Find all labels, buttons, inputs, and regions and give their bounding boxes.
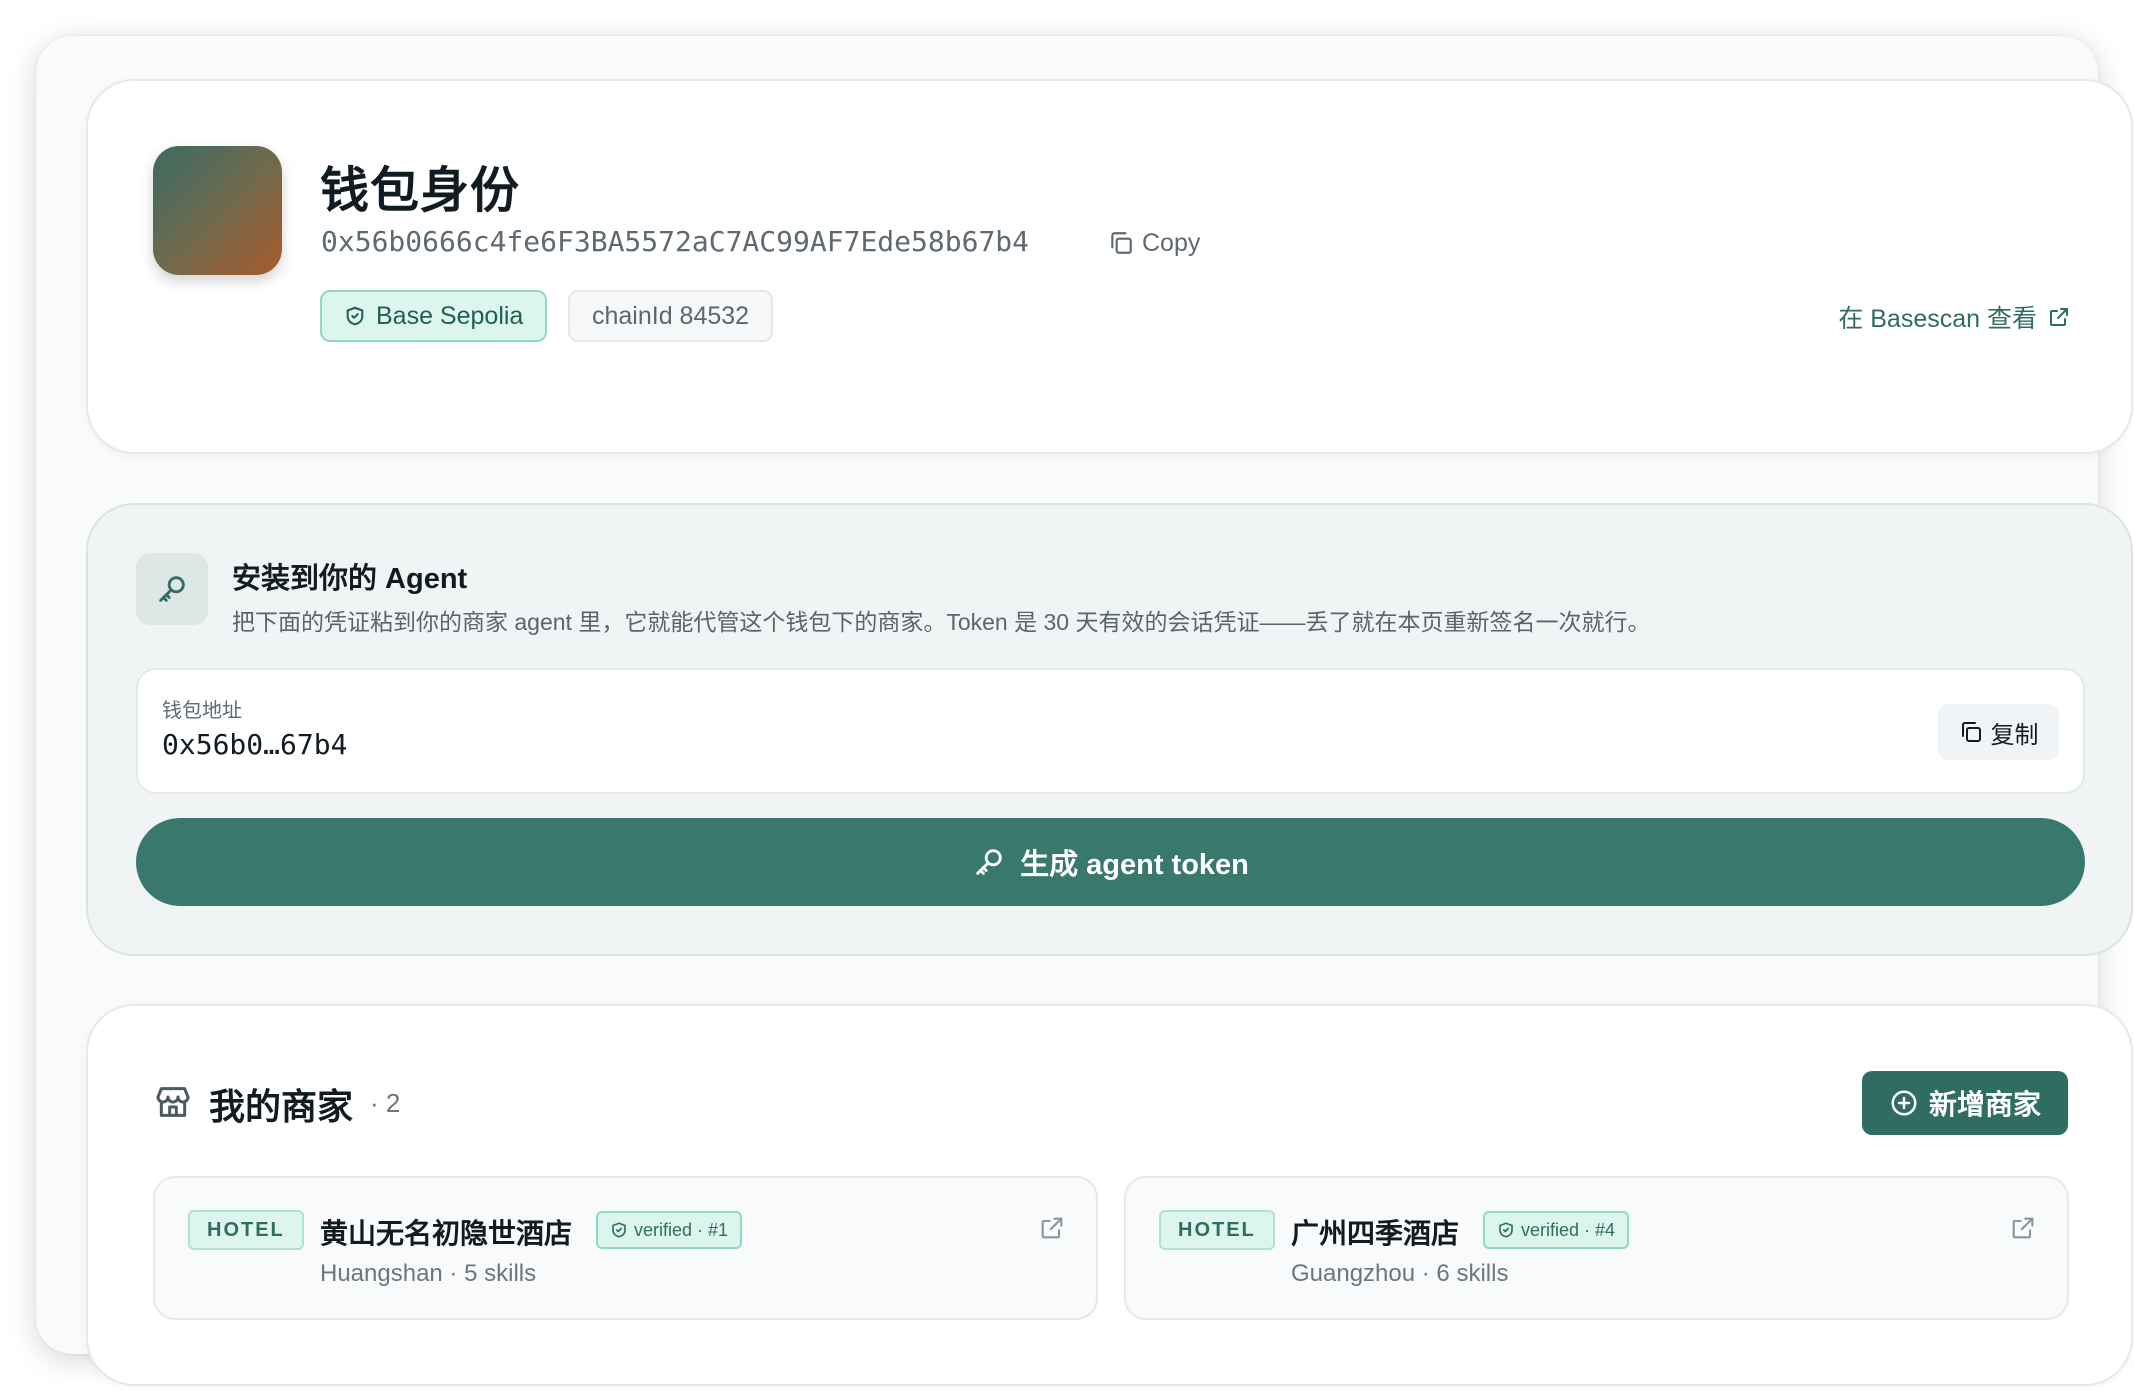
agent-icon-box [136,553,208,625]
shield-check-icon [346,306,364,326]
copy-wallet-label: 复制 [1990,721,2039,749]
copy-icon [1111,232,1132,254]
network-badge: Base Sepolia [320,290,548,342]
key-icon [159,576,185,602]
chain-id-badge: chainId 84532 [568,290,774,342]
shield-check-icon [1499,1222,1513,1238]
agent-section-description: 把下面的凭证粘到你的商家 agent 里，它就能代管这个钱包下的商家。Token… [232,609,1651,635]
merchant-meta: Guangzhou · 6 skills [1291,1260,1509,1287]
merchant-card[interactable]: HOTEL 广州四季酒店 verified · #4 Guangzhou · 6… [1124,1176,2069,1320]
merchant-name: 黄山无名初隐世酒店 [320,1218,573,1249]
generate-agent-token-button[interactable]: 生成 agent token [136,818,2085,906]
wallet-identity-card: 钱包身份 0x56b0666c4fe6F3BA5572aC7AC99AF7Ede… [86,79,2133,454]
wallet-avatar [153,146,282,275]
network-label: Base Sepolia [376,301,524,330]
agent-section-title: 安装到你的 Agent [232,563,468,595]
external-link-icon[interactable] [2009,1214,2037,1242]
copy-address-button[interactable]: Copy [1108,225,1200,261]
basescan-label: 在 Basescan 查看 [1838,305,2037,333]
merchants-count: · 2 [370,1088,401,1118]
merchant-meta: Huangshan · 5 skills [320,1260,537,1287]
copy-address-label: Copy [1142,228,1201,257]
chain-id-label: chainId 84532 [592,301,750,330]
external-link-icon [2050,308,2068,326]
merchant-type-badge: HOTEL [1159,1210,1275,1250]
merchant-card[interactable]: HOTEL 黄山无名初隐世酒店 verified · #1 Huangshan … [153,1176,1098,1320]
verified-label: verified · #1 [634,1219,729,1240]
wallet-address-value[interactable]: 0x56b0…67b4 [162,728,347,761]
verified-label: verified · #4 [1521,1219,1616,1240]
wallet-address: 0x56b0666c4fe6F3BA5572aC7AC99AF7Ede58b67… [321,225,1030,258]
store-icon [156,1087,190,1117]
copy-wallet-button[interactable]: 复制 [1938,704,2059,760]
shield-check-icon [612,1222,626,1238]
merchants-title: 我的商家 [209,1086,354,1127]
merchant-type-badge: HOTEL [188,1210,304,1250]
basescan-link[interactable]: 在 Basescan 查看 [1838,299,2071,335]
copy-icon [1961,722,1981,742]
app-window: 钱包身份 0x56b0666c4fe6F3BA5572aC7AC99AF7Ede… [36,36,2133,1386]
install-agent-card: 安装到你的 Agent 把下面的凭证粘到你的商家 agent 里，它就能代管这个… [86,503,2133,956]
add-merchant-label: 新增商家 [1928,1089,2041,1120]
my-merchants-card: 我的商家 · 2 新增商家 HOTEL 黄山无名初隐世酒店 verified ·… [86,1004,2133,1386]
plus-circle-icon [1891,1090,1917,1116]
merchant-name: 广州四季酒店 [1291,1218,1460,1249]
add-merchant-button[interactable]: 新增商家 [1862,1071,2068,1135]
generate-agent-token-label: 生成 agent token [1020,849,1249,881]
wallet-address-label: 钱包地址 [162,700,242,722]
verified-badge: verified · #1 [596,1211,743,1249]
wallet-title: 钱包身份 [320,164,521,218]
wallet-address-field: 钱包地址 0x56b0…67b4 复制 [136,668,2085,794]
verified-badge: verified · #4 [1483,1211,1630,1249]
external-link-icon[interactable] [1038,1214,1066,1242]
key-icon [976,849,1002,875]
